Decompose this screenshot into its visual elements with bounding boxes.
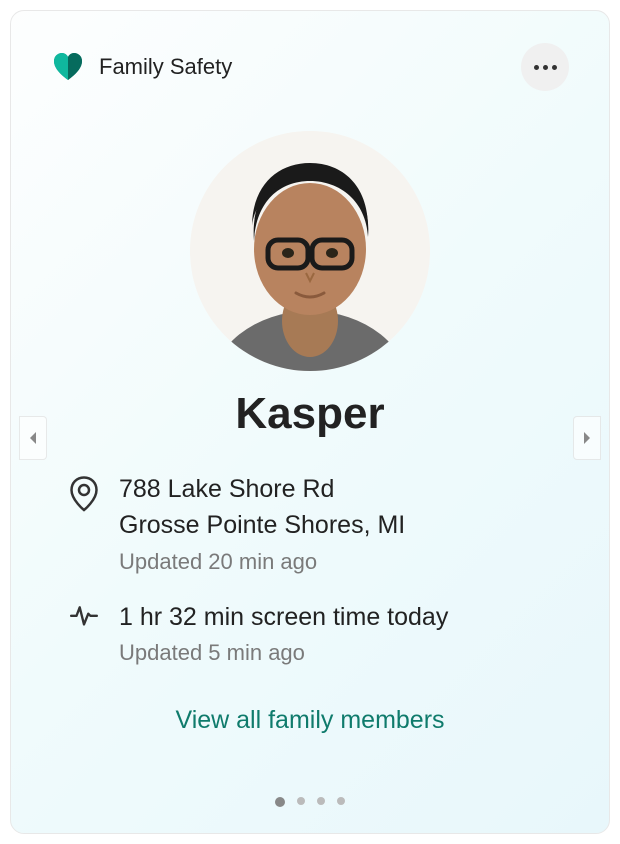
next-member-button[interactable] — [573, 416, 601, 460]
dot-icon — [543, 65, 548, 70]
chevron-left-icon — [27, 430, 39, 446]
member-name: Kasper — [51, 389, 569, 439]
app-title: Family Safety — [99, 54, 232, 80]
pager-dot[interactable] — [297, 797, 305, 805]
family-safety-heart-icon — [51, 50, 85, 84]
location-line1: 788 Lake Shore Rd — [119, 473, 405, 507]
header-left: Family Safety — [51, 50, 232, 84]
location-line2: Grosse Pointe Shores, MI — [119, 509, 405, 543]
info-section: 788 Lake Shore Rd Grosse Pointe Shores, … — [51, 473, 569, 666]
view-all-family-link[interactable]: View all family members — [51, 706, 569, 735]
location-row[interactable]: 788 Lake Shore Rd Grosse Pointe Shores, … — [69, 473, 569, 575]
screentime-updated: Updated 5 min ago — [119, 640, 448, 666]
activity-pulse-icon — [69, 601, 99, 634]
dot-icon — [534, 65, 539, 70]
family-safety-card: Family Safety — [10, 10, 610, 834]
pager-dot[interactable] — [337, 797, 345, 805]
carousel-pager — [51, 797, 569, 813]
chevron-right-icon — [581, 430, 593, 446]
header: Family Safety — [51, 43, 569, 91]
previous-member-button[interactable] — [19, 416, 47, 460]
location-updated: Updated 20 min ago — [119, 549, 405, 575]
avatar[interactable] — [190, 131, 430, 371]
dot-icon — [552, 65, 557, 70]
more-options-button[interactable] — [521, 43, 569, 91]
screentime-row[interactable]: 1 hr 32 min screen time today Updated 5 … — [69, 601, 569, 667]
avatar-container — [51, 131, 569, 371]
screentime-summary: 1 hr 32 min screen time today — [119, 601, 448, 635]
pager-dot[interactable] — [317, 797, 325, 805]
screentime-text: 1 hr 32 min screen time today Updated 5 … — [119, 601, 448, 667]
pager-dot[interactable] — [275, 797, 285, 807]
location-text: 788 Lake Shore Rd Grosse Pointe Shores, … — [119, 473, 405, 575]
location-pin-icon — [69, 473, 99, 518]
